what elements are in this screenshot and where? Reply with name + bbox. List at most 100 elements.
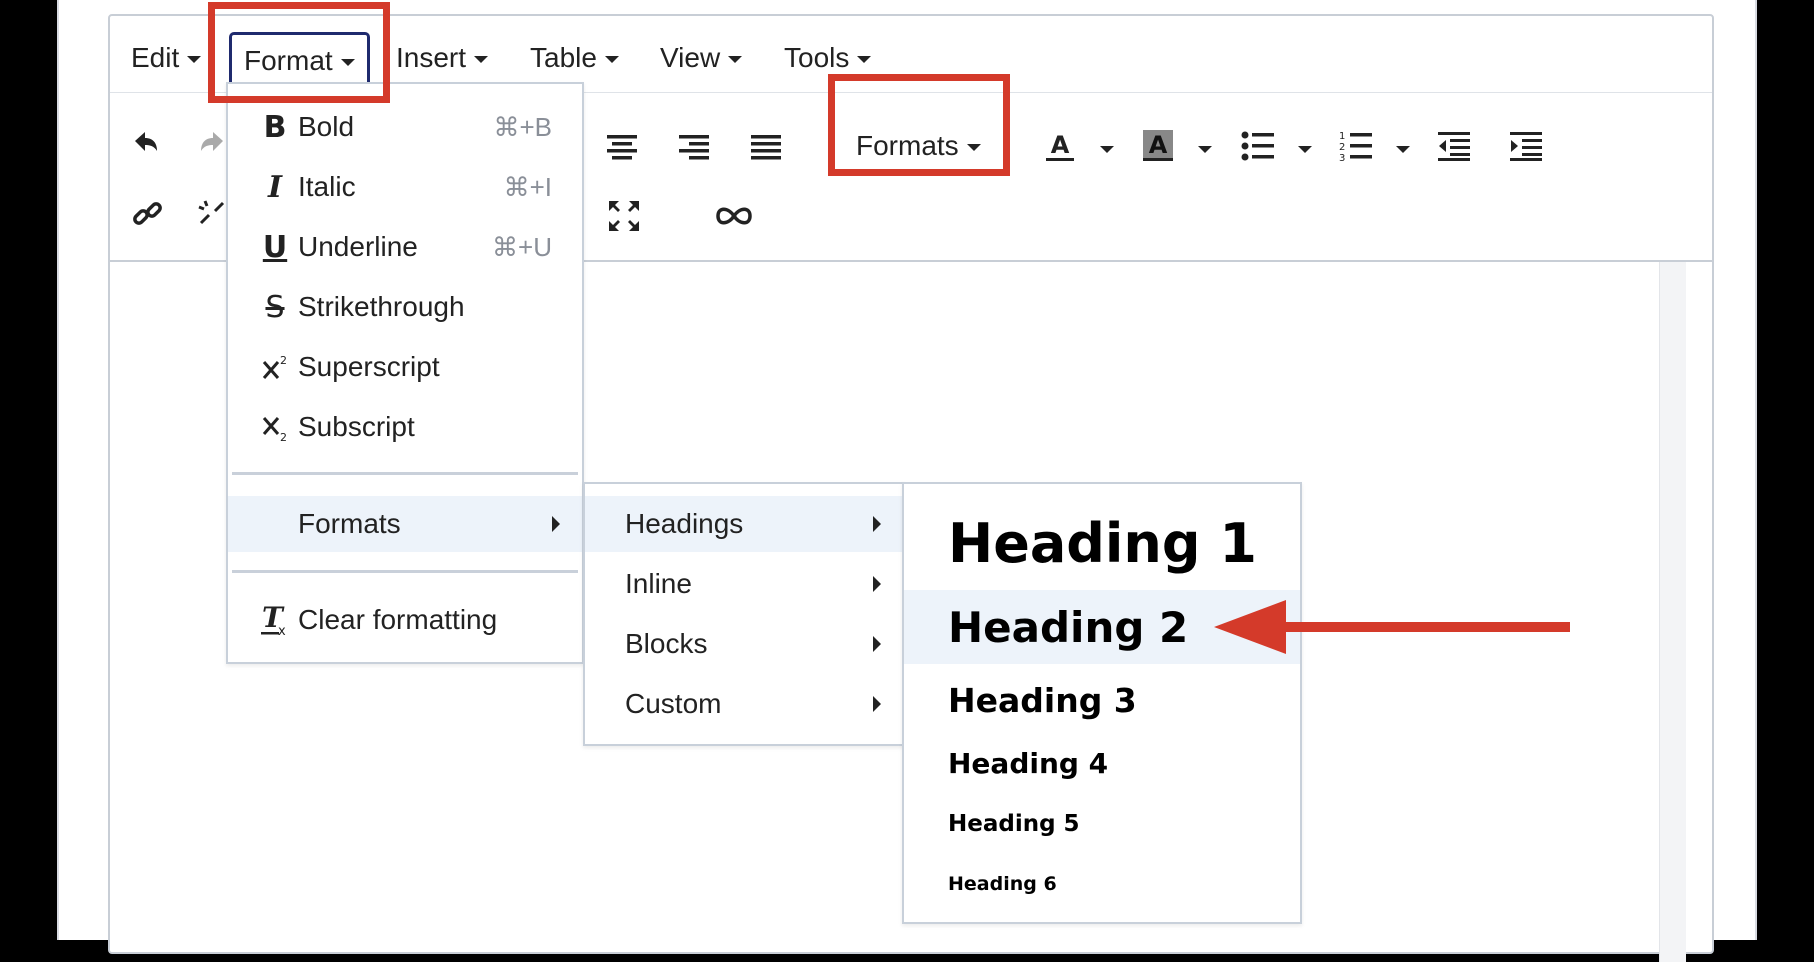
svg-text:2: 2	[1339, 142, 1345, 153]
strikethrough-icon: S	[265, 289, 285, 325]
heading-3-option[interactable]: Heading 3	[904, 668, 1300, 732]
format-menu-clear-formatting-label: Clear formatting	[298, 604, 498, 635]
heading-1-label: Heading 1	[948, 511, 1257, 575]
formats-submenu-inline[interactable]: Inline	[585, 556, 903, 612]
chevron-down-icon	[187, 56, 202, 64]
redo-icon	[201, 132, 223, 151]
menu-separator	[232, 570, 578, 573]
svg-text:2: 2	[280, 354, 287, 367]
menu-insert-label: Insert	[396, 42, 467, 73]
chevron-right-icon	[873, 576, 881, 592]
heading-2-label: Heading 2	[948, 602, 1189, 652]
format-menu-clear-formatting[interactable]: Tx Clear formatting	[228, 592, 582, 648]
formats-submenu-inline-label: Inline	[625, 568, 692, 599]
heading-5-label: Heading 5	[948, 811, 1080, 837]
chevron-down-icon	[474, 56, 489, 64]
background-color-icon: A	[1143, 130, 1173, 161]
format-menu-italic-shortcut: ⌘+I	[503, 171, 552, 202]
background-color-chevron-icon[interactable]	[1198, 146, 1212, 153]
format-menu-strikethrough-label: Strikethrough	[298, 291, 465, 322]
formats-submenu-headings-label: Headings	[625, 508, 744, 539]
undo-button[interactable]	[124, 122, 168, 166]
format-menu-bold[interactable]: B Bold ⌘+B	[228, 99, 582, 155]
format-menu-underline[interactable]: U Underline ⌘+U	[228, 219, 582, 275]
link-button[interactable]	[126, 192, 170, 236]
format-menu-superscript[interactable]: 2 Superscript	[228, 339, 582, 395]
formats-submenu-blocks[interactable]: Blocks	[585, 616, 903, 672]
heading-3-label: Heading 3	[948, 680, 1137, 720]
fullscreen-button[interactable]	[602, 194, 646, 238]
heading-6-label: Heading 6	[948, 873, 1057, 895]
headings-submenu: Heading 1 Heading 2 Heading 3 Heading 4 …	[902, 482, 1302, 924]
arrow-annotation-icon	[1214, 600, 1570, 654]
heading-6-option[interactable]: Heading 6	[904, 856, 1300, 912]
menu-view[interactable]: View	[660, 36, 743, 80]
menu-view-label: View	[660, 42, 721, 73]
undo-icon	[135, 132, 157, 151]
format-menu-underline-label: Underline	[298, 231, 418, 262]
format-menu-subscript-label: Subscript	[298, 411, 415, 442]
text-color-chevron-icon[interactable]	[1100, 146, 1114, 153]
format-menu-italic-label: Italic	[298, 171, 356, 202]
indent-button[interactable]	[1504, 124, 1548, 168]
formats-submenu-headings[interactable]: Headings	[585, 496, 903, 552]
bullet-list-chevron-icon[interactable]	[1298, 146, 1312, 153]
chevron-right-icon	[552, 516, 560, 532]
text-color-icon: A	[1046, 131, 1074, 161]
editor-scrollbar[interactable]	[1659, 262, 1686, 962]
menu-edit[interactable]: Edit	[131, 36, 202, 80]
menu-insert[interactable]: Insert	[396, 36, 489, 80]
format-menu-highlight-box	[208, 2, 390, 103]
indent-icon	[1510, 132, 1542, 161]
svg-text:1: 1	[1339, 131, 1345, 142]
align-right-button[interactable]	[672, 126, 716, 170]
outdent-icon	[1438, 132, 1470, 161]
svg-text:2: 2	[280, 431, 287, 442]
link-icon	[133, 202, 162, 225]
format-menu-superscript-label: Superscript	[298, 351, 440, 382]
align-justify-button[interactable]	[744, 126, 788, 170]
align-center-icon	[607, 135, 637, 160]
svg-text:x: x	[278, 624, 286, 637]
heading-4-label: Heading 4	[948, 746, 1109, 780]
format-menu-bold-label: Bold	[298, 111, 355, 142]
numbered-list-icon: 123	[1339, 131, 1372, 163]
format-menu-underline-shortcut: ⌘+U	[492, 231, 552, 262]
background-color-button[interactable]: A	[1136, 124, 1180, 168]
numbered-list-chevron-icon[interactable]	[1396, 146, 1410, 153]
format-menu-subscript[interactable]: 2 Subscript	[228, 399, 582, 455]
menu-edit-label: Edit	[131, 42, 180, 73]
format-menu-formats[interactable]: Formats	[228, 496, 582, 552]
infinity-button[interactable]	[712, 194, 756, 238]
format-menu-strikethrough[interactable]: S Strikethrough	[228, 279, 582, 335]
align-center-button[interactable]	[600, 126, 644, 170]
italic-icon: I	[267, 169, 283, 205]
heading-4-option[interactable]: Heading 4	[904, 734, 1300, 792]
svg-text:A: A	[1051, 131, 1070, 159]
align-right-icon	[679, 135, 709, 160]
formats-submenu-blocks-label: Blocks	[625, 628, 708, 659]
outdent-button[interactable]	[1432, 124, 1476, 168]
fullscreen-icon	[609, 201, 639, 231]
infinity-icon	[716, 207, 752, 225]
menu-table[interactable]: Table	[530, 36, 619, 80]
heading-5-option[interactable]: Heading 5	[904, 796, 1300, 852]
menu-separator	[232, 472, 578, 475]
chevron-right-icon	[873, 516, 881, 532]
numbered-list-button[interactable]: 123	[1334, 124, 1378, 168]
formats-dropdown-highlight-box	[828, 74, 1010, 176]
superscript-icon: 2	[258, 352, 292, 382]
format-menu-bold-shortcut: ⌘+B	[493, 111, 552, 142]
formats-submenu: Headings Inline Blocks Custom	[583, 482, 905, 746]
heading-1-option[interactable]: Heading 1	[904, 504, 1300, 582]
bullet-list-icon	[1241, 131, 1274, 161]
bullet-list-button[interactable]	[1236, 124, 1280, 168]
format-menu-italic[interactable]: I Italic ⌘+I	[228, 159, 582, 215]
svg-text:3: 3	[1339, 153, 1345, 163]
svg-text:A: A	[1149, 131, 1168, 159]
bold-icon: B	[263, 109, 287, 145]
text-color-button[interactable]: A	[1038, 124, 1082, 168]
chevron-right-icon	[873, 636, 881, 652]
subscript-icon: 2	[258, 412, 292, 442]
formats-submenu-custom[interactable]: Custom	[585, 676, 903, 732]
